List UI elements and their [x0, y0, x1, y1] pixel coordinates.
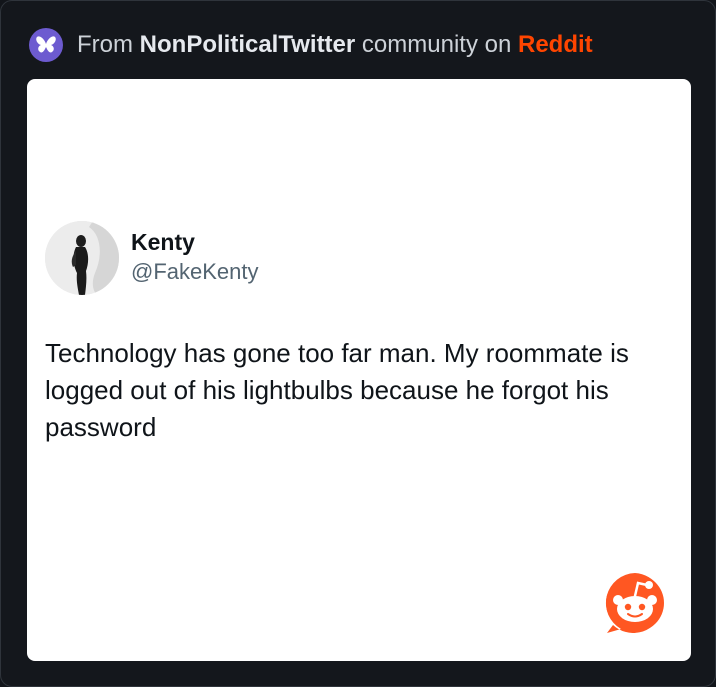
platform-link[interactable]: Reddit — [518, 31, 593, 59]
user-handle[interactable]: @FakeKenty — [131, 259, 259, 285]
header-middle: community on — [361, 31, 512, 58]
source-text: From NonPoliticalTwitter community on Re… — [77, 31, 593, 59]
tweet-body: Technology has gone too far man. My room… — [45, 338, 629, 442]
community-link[interactable]: NonPoliticalTwitter — [140, 31, 356, 59]
reddit-snoo-icon — [603, 571, 667, 635]
profile-avatar[interactable] — [45, 221, 119, 295]
display-name[interactable]: Kenty — [131, 229, 195, 256]
header-prefix: From — [77, 31, 133, 58]
butterfly-icon — [29, 28, 63, 62]
tweet-card[interactable]: Kenty @FakeKenty Technology has gone too… — [27, 79, 691, 661]
post-embed-frame: From NonPoliticalTwitter community on Re… — [0, 0, 716, 687]
source-header: From NonPoliticalTwitter community on Re… — [29, 27, 593, 63]
